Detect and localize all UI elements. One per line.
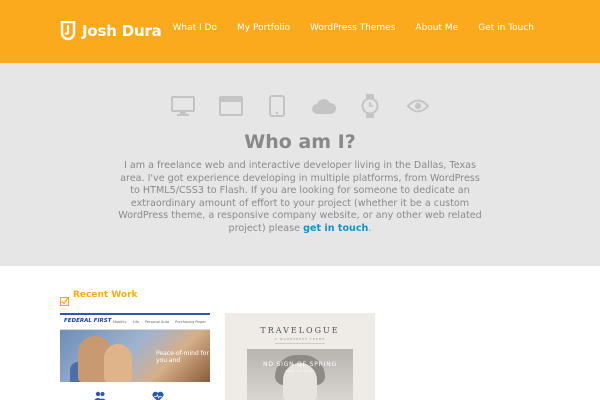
thumb-feature-row	[60, 382, 210, 400]
intro-title: Who am I?	[244, 131, 356, 153]
eye-icon	[407, 95, 429, 117]
site-logo[interactable]: Josh Dura	[60, 20, 162, 42]
nav-item-my-portfolio[interactable]: My Portfolio	[237, 23, 290, 33]
get-in-touch-link[interactable]: get in touch	[303, 223, 368, 234]
cloud-icon	[311, 95, 337, 117]
thumb-menu-item: Personal Auto	[145, 320, 170, 324]
recent-work-label: Recent Work	[73, 290, 138, 300]
checkbox-icon	[59, 291, 70, 306]
tablet-icon	[269, 95, 285, 117]
heart-pulse-icon	[152, 387, 164, 400]
thumb-hero-title: NO SIGN OF SPRING	[263, 361, 337, 368]
thumb-hero-subtitle: READ THE STORY	[285, 370, 315, 373]
intro-section: Who am I? I am a freelance web and inter…	[0, 63, 600, 266]
portfolio-thumb-travelogue[interactable]: TRAVELOGUE A WORDPRESS THEME NO SIGN OF …	[225, 313, 375, 400]
nav-item-about-me[interactable]: About Me	[415, 23, 458, 33]
thumb-subtitle: A WORDPRESS THEME	[274, 337, 326, 341]
main-nav: What I Do My Portfolio WordPress Themes …	[153, 23, 534, 33]
intro-text-end: .	[368, 222, 372, 234]
thumb-menu-item: Purchasing Power	[175, 320, 206, 324]
nav-item-get-in-touch[interactable]: Get in Touch	[478, 23, 534, 33]
nav-item-what-i-do[interactable]: What I Do	[173, 23, 217, 33]
divider	[275, 343, 325, 344]
thumb-hero-image: NO SIGN OF SPRING READ THE STORY	[247, 349, 353, 400]
intro-body-text: I am a freelance web and interactive dev…	[118, 160, 482, 234]
intro-text: I am a freelance web and interactive dev…	[118, 160, 482, 236]
browser-window-icon	[219, 95, 243, 117]
portfolio-thumb-federal-first[interactable]: FEDERAL FIRST Mobility Life Personal Aut…	[60, 313, 210, 400]
logo-mark-icon	[60, 20, 76, 41]
nav-item-wordpress-themes[interactable]: WordPress Themes	[310, 23, 395, 33]
thumb-menu-item: Life	[132, 320, 140, 324]
thumb-brand: FEDERAL FIRST	[64, 318, 112, 324]
thumb-menu-item: Mobility	[112, 320, 127, 324]
skills-icon-row	[171, 94, 429, 118]
site-header: Josh Dura What I Do My Portfolio WordPre…	[0, 0, 600, 63]
watch-icon	[361, 94, 379, 118]
people-icon	[94, 387, 106, 400]
recent-work-heading: Recent Work	[59, 290, 138, 306]
site-title: Josh Dura	[82, 22, 162, 40]
thumb-tagline: Peace-of-mind for you and	[156, 350, 209, 364]
desktop-icon	[171, 95, 195, 117]
thumb-site-header: FEDERAL FIRST Mobility Life Personal Aut…	[60, 315, 210, 330]
thumb-hero-image: Peace-of-mind for you and	[60, 330, 210, 382]
thumb-brand: TRAVELOGUE	[260, 326, 340, 335]
thumb-menu: Mobility Life Personal Auto Purchasing P…	[107, 320, 206, 324]
